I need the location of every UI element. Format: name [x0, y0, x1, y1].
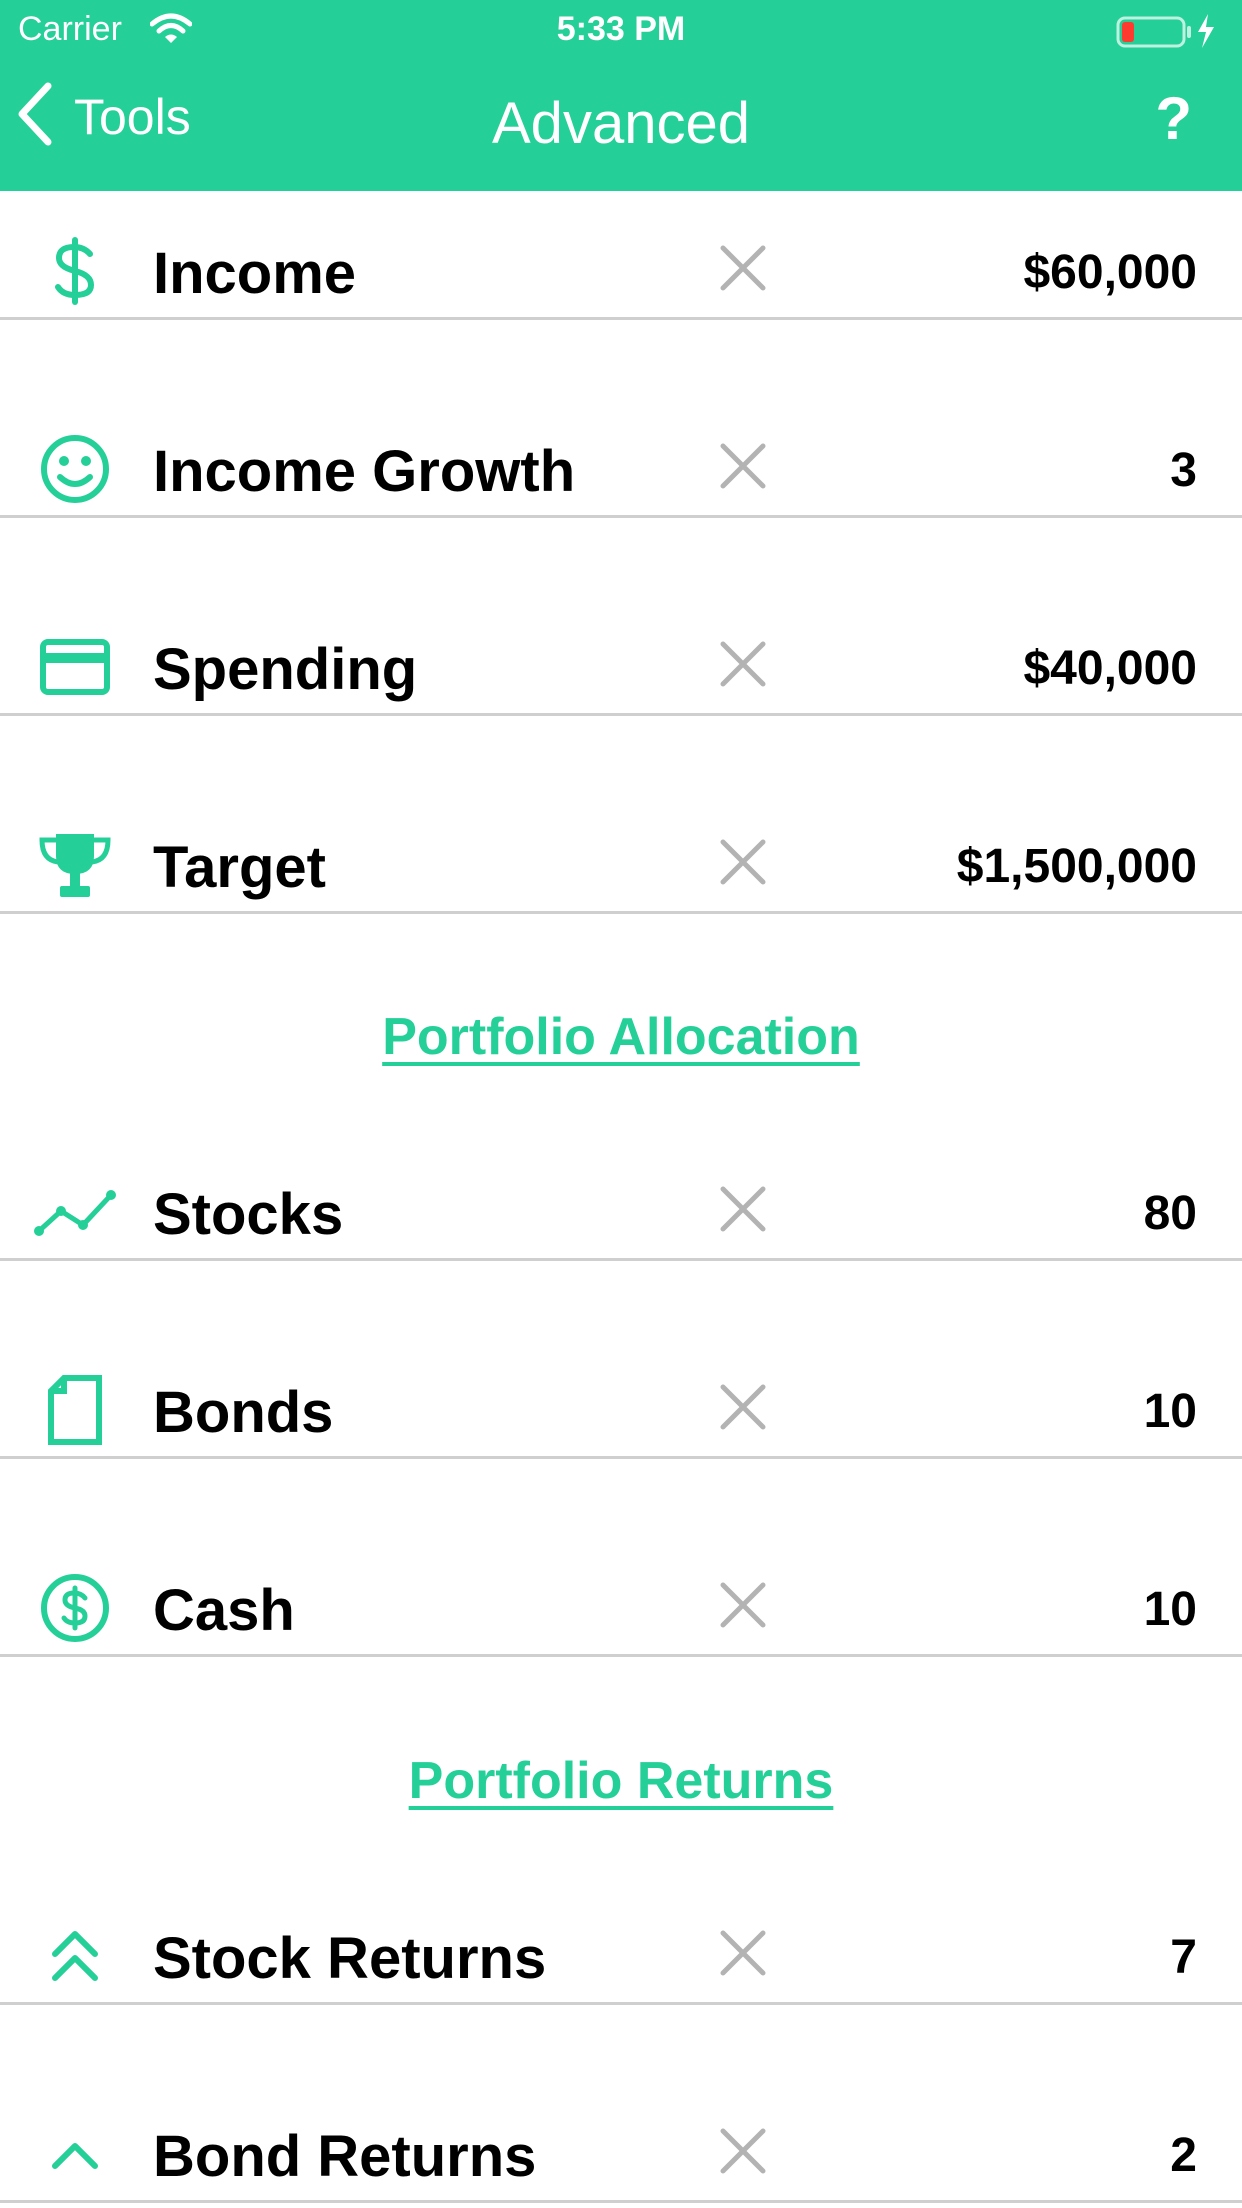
divider — [0, 2002, 1242, 2005]
row-value[interactable]: 3 — [1170, 443, 1197, 498]
status-bar: Carrier 5:33 PM — [0, 0, 1242, 62]
navigation-bar: Tools Advanced ? — [0, 62, 1242, 191]
row-value[interactable]: $40,000 — [1023, 641, 1197, 696]
clear-icon[interactable] — [718, 1928, 768, 1978]
help-button[interactable]: ? — [1155, 84, 1192, 153]
clear-icon[interactable] — [718, 1184, 768, 1234]
row-value[interactable]: 10 — [1144, 1384, 1197, 1439]
row-label: Stock Returns — [153, 1926, 547, 1991]
page-title: Advanced — [492, 91, 750, 156]
clear-icon[interactable] — [718, 837, 768, 887]
row-label: Income — [153, 241, 357, 306]
double-chevron-up-icon — [30, 1911, 120, 2001]
row-label: Stocks — [153, 1182, 344, 1247]
smiley-icon — [30, 424, 120, 514]
row-cash[interactable]: Cash 10 — [0, 1527, 1242, 1657]
row-label: Income Growth — [153, 439, 576, 504]
row-value[interactable]: $60,000 — [1023, 245, 1197, 300]
credit-card-icon — [30, 622, 120, 712]
row-bond-returns[interactable]: Bond Returns 2 — [0, 2073, 1242, 2203]
row-value[interactable]: $1,500,000 — [957, 839, 1197, 894]
row-stocks[interactable]: Stocks 80 — [0, 1131, 1242, 1261]
divider — [0, 317, 1242, 320]
chevron-up-icon — [30, 2109, 120, 2199]
divider — [0, 2200, 1242, 2203]
clear-icon[interactable] — [718, 639, 768, 689]
row-stock-returns[interactable]: Stock Returns 7 — [0, 1875, 1242, 2005]
row-target[interactable]: Target $1,500,000 — [0, 784, 1242, 914]
row-value[interactable]: 80 — [1144, 1186, 1197, 1241]
row-value[interactable]: 7 — [1170, 1930, 1197, 1985]
row-bonds[interactable]: Bonds 10 — [0, 1329, 1242, 1459]
section-portfolio-returns[interactable]: Portfolio Returns — [0, 1751, 1242, 1811]
row-spending[interactable]: Spending $40,000 — [0, 586, 1242, 716]
clear-icon[interactable] — [718, 243, 768, 293]
line-chart-icon — [30, 1167, 120, 1257]
row-label: Target — [153, 835, 326, 900]
divider — [0, 1654, 1242, 1657]
row-label: Bonds — [153, 1380, 334, 1445]
clear-icon[interactable] — [718, 2126, 768, 2176]
clear-icon[interactable] — [718, 1580, 768, 1630]
divider — [0, 713, 1242, 716]
row-value[interactable]: 2 — [1170, 2128, 1197, 2183]
clock: 5:33 PM — [556, 10, 686, 48]
coin-icon — [30, 1563, 120, 1653]
clear-icon[interactable] — [718, 441, 768, 491]
dollar-icon — [30, 226, 120, 316]
divider — [0, 515, 1242, 518]
row-income[interactable]: Income $60,000 — [0, 190, 1242, 320]
divider — [0, 1456, 1242, 1459]
clear-icon[interactable] — [718, 1382, 768, 1432]
top-bar: Carrier 5:33 PM Tools Advanced ? — [0, 0, 1242, 191]
divider — [0, 1258, 1242, 1261]
row-value[interactable]: 10 — [1144, 1582, 1197, 1637]
trophy-icon — [30, 820, 120, 910]
section-portfolio-allocation[interactable]: Portfolio Allocation — [0, 1007, 1242, 1067]
row-label: Bond Returns — [153, 2124, 537, 2189]
row-label: Spending — [153, 637, 418, 702]
divider — [0, 911, 1242, 914]
row-income-growth[interactable]: Income Growth 3 — [0, 388, 1242, 518]
document-icon — [30, 1365, 120, 1455]
battery-icon — [1116, 12, 1220, 55]
row-label: Cash — [153, 1578, 295, 1643]
